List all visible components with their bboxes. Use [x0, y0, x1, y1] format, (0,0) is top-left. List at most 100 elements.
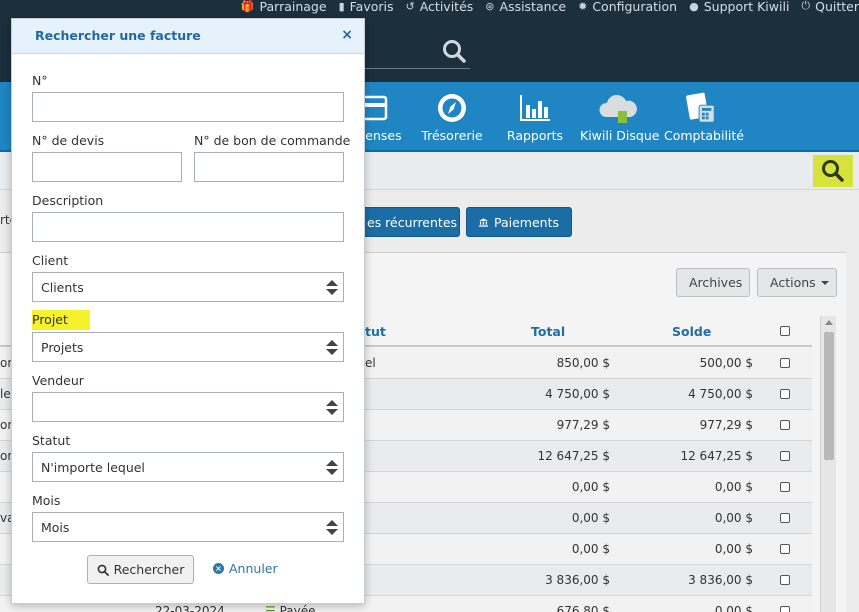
bookmark-icon: ▮ — [338, 0, 345, 13]
top-menu-configuration[interactable]: ✹ Configuration — [566, 0, 677, 15]
top-menu-assistance[interactable]: ⊛ Assistance — [473, 0, 566, 15]
modal-title: Rechercher une facture — [35, 28, 201, 43]
top-menu-parrainage[interactable]: 🎁 Parrainage — [229, 0, 327, 15]
column-header-total[interactable]: Total — [531, 324, 565, 339]
close-circle-icon: × — [213, 563, 224, 574]
select-arrows-icon — [326, 340, 338, 356]
row-checkbox[interactable] — [780, 358, 790, 368]
date-cell: 22-03-2024 — [155, 604, 225, 612]
solde-cell: 500,00 $ — [699, 356, 753, 370]
search-icon — [97, 564, 109, 576]
solde-cell: 977,29 $ — [699, 418, 753, 432]
row-checkbox[interactable] — [780, 544, 790, 554]
table-scrollbar[interactable] — [820, 316, 836, 612]
mois-select[interactable]: Mois — [32, 512, 344, 542]
payments-button[interactable]: Paiements — [466, 207, 572, 237]
row-checkbox[interactable] — [780, 389, 790, 399]
button-label: Rechercher — [113, 562, 185, 577]
top-menu: 🎁 Parrainage ▮ Favoris ↺ Activités ⊛ Assista… — [229, 0, 859, 15]
top-menu-label: Parrainage — [259, 0, 327, 14]
recurring-invoices-button[interactable]: es récurrentes — [352, 207, 460, 237]
statut-select[interactable]: N'importe lequel — [32, 452, 344, 482]
solde-cell: 0,00 $ — [714, 511, 753, 525]
status-text: Payée — [279, 604, 316, 612]
total-cell: 676,80 $ — [556, 604, 610, 612]
numero-input[interactable] — [32, 92, 344, 122]
button-label: Actions — [770, 275, 816, 290]
top-menu-support[interactable]: ● Support Kiwili — [677, 0, 789, 15]
top-menu-label: Favoris — [349, 0, 394, 14]
solde-cell: 0,00 $ — [714, 542, 753, 556]
solde-cell: 0,00 $ — [714, 604, 753, 612]
select-value: Mois — [41, 519, 70, 535]
select-value: N'importe lequel — [41, 459, 145, 475]
description-label: Description — [32, 193, 104, 208]
row-checkbox[interactable] — [780, 513, 790, 523]
row-checkbox[interactable] — [780, 606, 790, 612]
top-menu-label: Quitter — [815, 0, 859, 14]
history-icon: ↺ — [405, 0, 415, 13]
gift-icon: 🎁 — [240, 0, 255, 13]
close-icon[interactable]: × — [341, 27, 353, 43]
top-menu-activites[interactable]: ↺ Activités — [394, 0, 474, 15]
bar-chart-icon — [520, 95, 550, 121]
nav-label: Comptabilité — [664, 128, 744, 143]
column-header-solde[interactable]: Solde — [672, 324, 711, 339]
solde-cell: 3 836,00 $ — [688, 573, 753, 587]
bon-commande-input[interactable] — [194, 152, 344, 182]
devis-input[interactable] — [32, 152, 182, 182]
scroll-up-icon[interactable] — [825, 320, 833, 325]
description-input[interactable] — [32, 212, 344, 242]
select-value: Projets — [41, 339, 84, 355]
row-checkbox[interactable] — [780, 420, 790, 430]
button-label: Archives — [689, 275, 743, 290]
list-icon: ☰ — [265, 604, 280, 612]
scrollbar-thumb[interactable] — [824, 332, 834, 460]
total-cell: 0,00 $ — [571, 511, 610, 525]
nav-comptabilite[interactable]: Comptabilité — [664, 82, 744, 152]
actions-dropdown[interactable]: Actions — [757, 268, 837, 297]
button-label: es récurrentes — [367, 214, 458, 230]
nav-label: Trésorerie — [421, 128, 483, 143]
nav-kiwili-disque[interactable]: Kiwili Disque — [580, 82, 660, 152]
button-label: Annuler — [229, 561, 278, 576]
nav-tresorerie[interactable]: Trésorerie — [420, 82, 484, 152]
cloud-drive-icon — [599, 94, 637, 123]
modal-header: Rechercher une facture × — [12, 19, 364, 54]
row-checkbox[interactable] — [780, 482, 790, 492]
status-cell: el — [365, 356, 376, 370]
calculator-book-icon — [686, 92, 715, 123]
row-checkbox[interactable] — [780, 451, 790, 461]
select-value: Clients — [41, 279, 84, 295]
numero-label: N° — [32, 73, 48, 88]
bank-icon — [479, 217, 488, 227]
search-button[interactable]: Rechercher — [87, 555, 194, 584]
devis-label: N° de devis — [32, 133, 105, 148]
total-cell: 0,00 $ — [571, 480, 610, 494]
projet-select[interactable]: Projets — [32, 332, 344, 362]
lifebuoy-icon: ⊛ — [485, 0, 495, 13]
global-search-input[interactable] — [365, 68, 470, 69]
caret-down-icon — [820, 280, 829, 285]
nav-label: Rapports — [506, 128, 564, 143]
archives-button[interactable]: Archives — [676, 268, 750, 297]
top-menu-quitter[interactable]: ⏻ Quitter — [789, 0, 859, 15]
total-cell: 977,29 $ — [556, 418, 610, 432]
select-arrows-icon — [326, 280, 338, 296]
top-menu-favoris[interactable]: ▮ Favoris — [327, 0, 394, 15]
row-checkbox[interactable] — [780, 575, 790, 585]
client-select[interactable]: Clients — [32, 272, 344, 302]
advanced-search-button[interactable] — [813, 155, 853, 187]
column-header-statut[interactable]: tut — [365, 324, 386, 339]
search-icon[interactable] — [440, 38, 470, 66]
select-all-checkbox[interactable] — [780, 326, 790, 336]
client-label: Client — [32, 253, 69, 268]
nav-label: Kiwili Disque — [580, 128, 660, 143]
select-arrows-icon — [326, 400, 338, 416]
cancel-button[interactable]: × Annuler — [213, 561, 278, 576]
search-invoice-modal: Rechercher une facture × N° N° de devis … — [11, 18, 365, 604]
nav-rapports[interactable]: Rapports — [503, 82, 567, 152]
vendeur-select[interactable] — [32, 392, 344, 422]
statut-label: Statut — [32, 433, 71, 448]
select-arrows-icon — [326, 460, 338, 476]
